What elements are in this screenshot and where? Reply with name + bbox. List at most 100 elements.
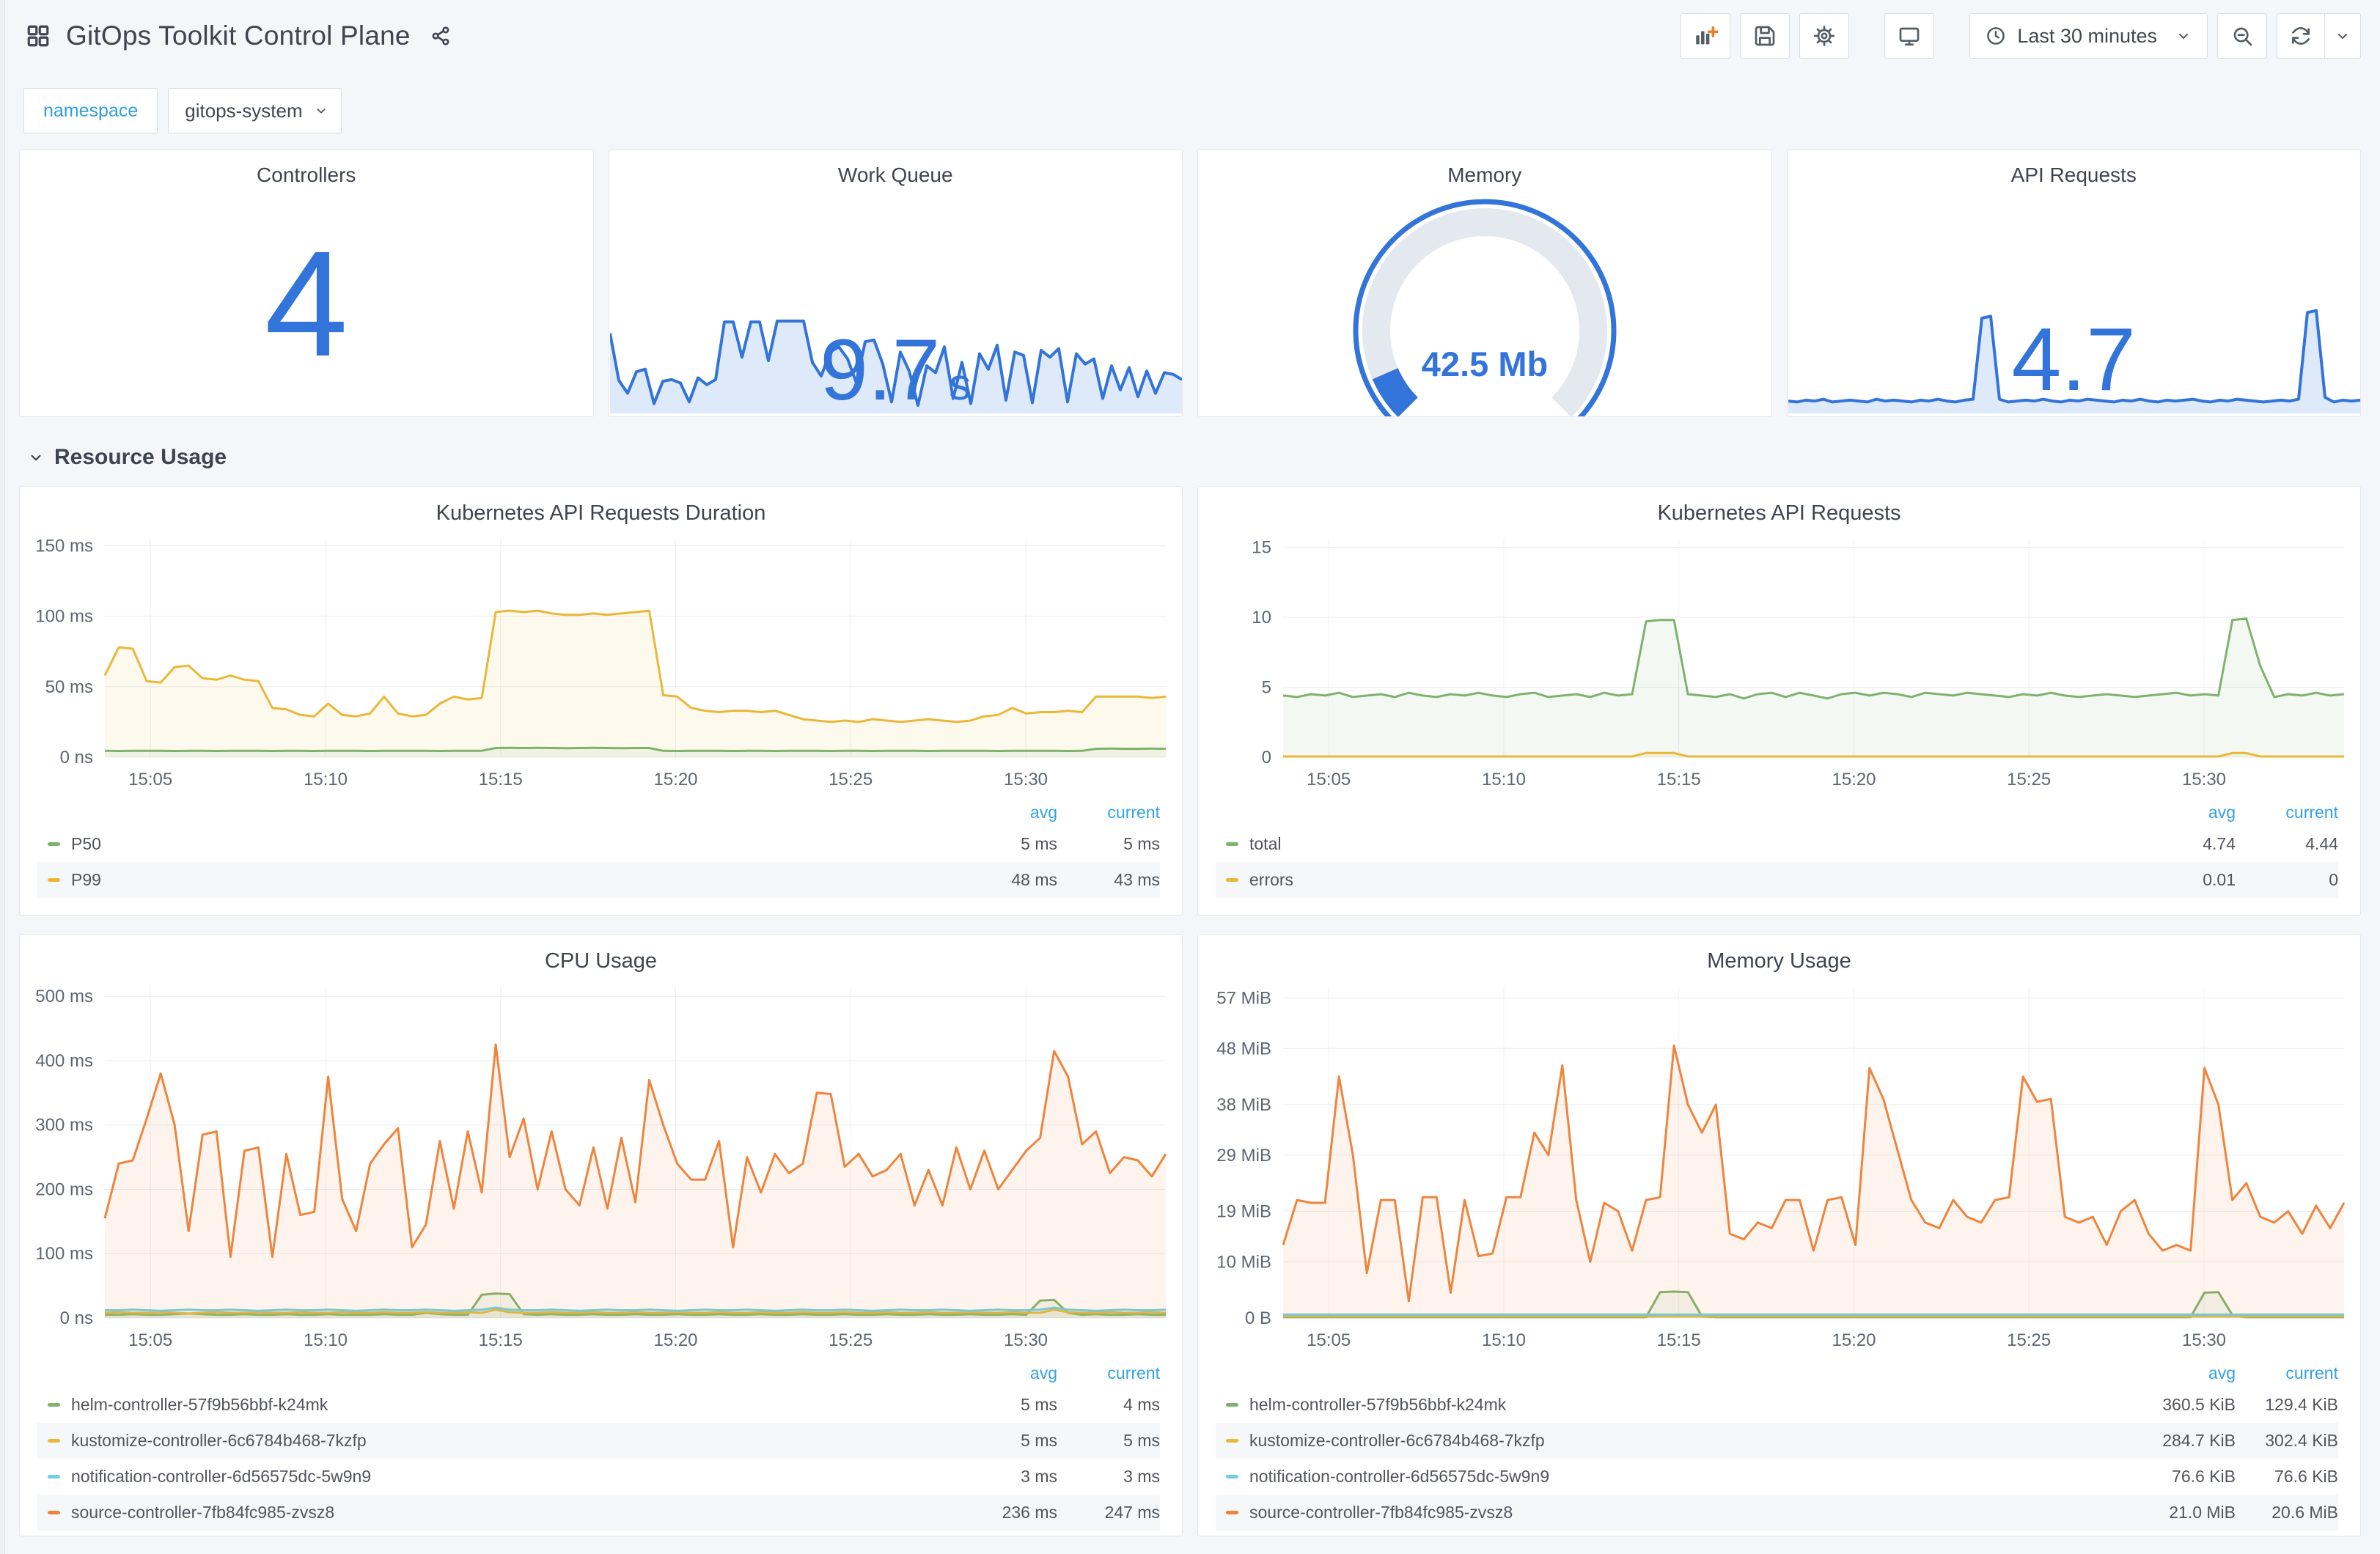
legend-series-name[interactable]: P99 xyxy=(37,870,947,890)
cycle-view-button[interactable] xyxy=(1884,13,1935,59)
refresh-button[interactable] xyxy=(2277,14,2324,58)
chevron-down-icon xyxy=(313,103,329,119)
legend-avg-value: 360.5 KiB xyxy=(2162,1395,2236,1414)
svg-text:15:20: 15:20 xyxy=(1832,1330,1876,1350)
chart-legend: avg current total 4.74 4.44 errors 0.01 0 xyxy=(1198,795,2360,898)
svg-text:15:05: 15:05 xyxy=(128,1330,172,1350)
svg-text:15:05: 15:05 xyxy=(128,770,172,789)
legend-header: avg current xyxy=(37,798,1160,826)
time-range-picker[interactable]: Last 30 minutes xyxy=(1969,13,2208,59)
legend-series-name[interactable]: kustomize-controller-6c6784b468-7kzfp xyxy=(1216,1431,2126,1451)
svg-text:15:30: 15:30 xyxy=(1004,770,1048,789)
legend-row: notification-controller-6d56575dc-5w9n9 3… xyxy=(37,1459,1160,1495)
chart-plot[interactable]: 15:05 15:10 15:15 15:20 15:25 15:30 0 5 10 15 xyxy=(1198,527,2360,795)
legend-series-name[interactable]: helm-controller-57f9b56bbf-k24mk xyxy=(37,1395,947,1415)
svg-text:15:05: 15:05 xyxy=(1307,770,1351,789)
legend-col-avg[interactable]: avg xyxy=(947,1363,1057,1383)
legend-col-current[interactable]: current xyxy=(1057,803,1160,822)
legend-current-value: 4.44 xyxy=(2305,834,2338,853)
legend-col-avg[interactable]: avg xyxy=(2126,803,2236,822)
legend-col-current[interactable]: current xyxy=(2236,1363,2338,1383)
svg-text:42.5 Mb: 42.5 Mb xyxy=(1422,345,1548,383)
svg-text:15:10: 15:10 xyxy=(304,770,348,789)
top-bar: GitOps Toolkit Control Plane Last 30 min… xyxy=(0,0,2380,59)
legend-avg-value: 0.01 xyxy=(2203,870,2236,889)
svg-text:15:20: 15:20 xyxy=(653,1330,697,1350)
svg-text:15:15: 15:15 xyxy=(1657,1330,1701,1350)
legend-avg-value: 5 ms xyxy=(1021,1431,1057,1450)
panel-title: Controllers xyxy=(257,163,356,186)
legend-col-current[interactable]: current xyxy=(1057,1363,1160,1383)
legend-current-value: 0 xyxy=(2329,870,2338,889)
svg-text:400 ms: 400 ms xyxy=(35,1051,93,1071)
legend-series-name[interactable]: kustomize-controller-6c6784b468-7kzfp xyxy=(37,1431,947,1451)
legend-col-avg[interactable]: avg xyxy=(2126,1363,2236,1383)
save-dashboard-button[interactable] xyxy=(1740,13,1790,59)
panel-title: API Requests xyxy=(2010,163,2137,186)
legend-avg-value: 76.6 KiB xyxy=(2172,1467,2236,1486)
legend-series-name[interactable]: total xyxy=(1216,834,2126,854)
svg-text:15:25: 15:25 xyxy=(829,1330,873,1350)
svg-text:15:15: 15:15 xyxy=(1657,770,1701,789)
legend-avg-value: 236 ms xyxy=(1002,1503,1057,1522)
chart-plot[interactable]: 15:05 15:10 15:15 15:20 15:25 15:30 0 ns 100 ms… xyxy=(20,975,1182,1356)
chart-plot[interactable]: 15:05 15:10 15:15 15:20 15:25 15:30 0 ns 50 ms 1… xyxy=(20,527,1182,795)
refresh-interval-dropdown[interactable] xyxy=(2325,14,2360,58)
legend-series-name[interactable]: source-controller-7fb84fc985-zvsz8 xyxy=(37,1503,947,1522)
svg-text:500 ms: 500 ms xyxy=(35,987,93,1006)
chart-legend: avg current P50 5 ms 5 ms P99 48 ms 43 ms xyxy=(20,795,1182,898)
legend-avg-value: 3 ms xyxy=(1021,1467,1057,1486)
namespace-value: gitops-system xyxy=(185,99,303,122)
clock-icon xyxy=(1985,25,2007,47)
legend-row: kustomize-controller-6c6784b468-7kzfp 5 m… xyxy=(37,1423,1160,1459)
legend-header: avg current xyxy=(37,1359,1160,1387)
row-toggle-resource-usage[interactable]: Resource Usage xyxy=(0,417,227,470)
svg-text:15: 15 xyxy=(1252,538,1271,558)
zoom-out-icon xyxy=(2230,24,2254,48)
namespace-dropdown[interactable]: gitops-system xyxy=(168,88,342,133)
legend-col-avg[interactable]: avg xyxy=(947,803,1057,822)
legend-row: helm-controller-57f9b56bbf-k24mk 360.5 Ki… xyxy=(1216,1387,2338,1423)
svg-text:15:20: 15:20 xyxy=(1832,770,1876,789)
legend-row: P50 5 ms 5 ms xyxy=(37,826,1160,862)
chart-plot[interactable]: 15:05 15:10 15:15 15:20 15:25 15:30 0 B 10 MiB 1… xyxy=(1198,975,2360,1356)
legend-current-value: 129.4 KiB xyxy=(2265,1395,2338,1414)
legend-col-current[interactable]: current xyxy=(2236,803,2338,822)
legend-row: total 4.74 4.44 xyxy=(1216,826,2338,862)
svg-text:10: 10 xyxy=(1252,608,1271,627)
legend-series-name[interactable]: notification-controller-6d56575dc-5w9n9 xyxy=(1216,1467,2126,1487)
svg-text:48 MiB: 48 MiB xyxy=(1216,1039,1271,1058)
svg-text:100 ms: 100 ms xyxy=(35,607,93,627)
svg-text:5: 5 xyxy=(1262,678,1271,698)
legend-series-name[interactable]: helm-controller-57f9b56bbf-k24mk xyxy=(1216,1395,2126,1415)
share-icon[interactable] xyxy=(430,25,452,47)
panel-memory-usage: Memory Usage 15:05 15:10 15:15 15:20 15:25 15… xyxy=(1197,934,2361,1536)
controllers-value: 4 xyxy=(264,219,348,388)
panel-title: Memory xyxy=(1447,163,1522,186)
chart-title: Memory Usage xyxy=(1707,949,1851,973)
dashboard-grid-icon xyxy=(25,23,51,49)
legend-header: avg current xyxy=(1216,1359,2338,1387)
chart-title: CPU Usage xyxy=(544,949,658,973)
legend-avg-value: 5 ms xyxy=(1021,834,1057,853)
add-panel-button[interactable] xyxy=(1681,13,1731,59)
svg-text:10 MiB: 10 MiB xyxy=(1216,1252,1271,1272)
svg-text:15:05: 15:05 xyxy=(1307,1330,1351,1350)
panel-api-requests: API Requests 4.7 xyxy=(1786,150,2361,417)
svg-text:15:10: 15:10 xyxy=(304,1330,348,1350)
svg-text:0 B: 0 B xyxy=(1245,1308,1271,1328)
chevron-down-icon xyxy=(26,448,45,467)
legend-series-name[interactable]: notification-controller-6d56575dc-5w9n9 xyxy=(37,1467,947,1487)
dashboard-settings-button[interactable] xyxy=(1799,13,1850,59)
svg-text:15:10: 15:10 xyxy=(1482,770,1526,789)
legend-series-name[interactable]: errors xyxy=(1216,870,2126,890)
legend-series-name[interactable]: P50 xyxy=(37,834,947,854)
variables-row: namespace gitops-system xyxy=(0,59,2380,133)
svg-text:15:20: 15:20 xyxy=(653,770,697,789)
chart-legend: avg current helm-controller-57f9b56bbf-k24… xyxy=(1198,1356,2360,1531)
zoom-out-button[interactable] xyxy=(2217,13,2267,59)
legend-header: avg current xyxy=(1216,798,2338,826)
svg-text:15:25: 15:25 xyxy=(829,770,873,789)
chart-legend: avg current helm-controller-57f9b56bbf-k24… xyxy=(20,1356,1182,1531)
legend-series-name[interactable]: source-controller-7fb84fc985-zvsz8 xyxy=(1216,1503,2126,1522)
